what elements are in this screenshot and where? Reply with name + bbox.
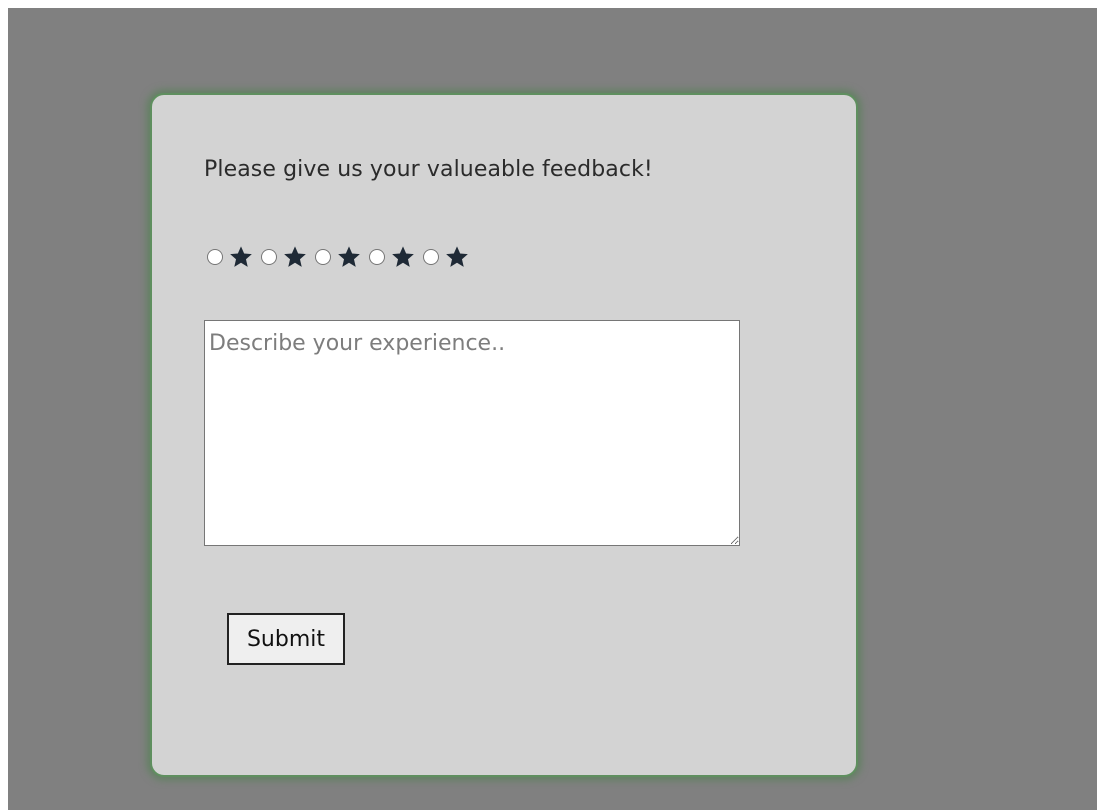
submit-button[interactable]: Submit <box>227 613 345 665</box>
star-rating <box>204 242 474 272</box>
rating-option-1 <box>204 244 258 270</box>
comment-area <box>204 320 740 546</box>
star-icon <box>392 246 414 267</box>
star-icon <box>230 246 252 267</box>
star-icon <box>284 246 306 267</box>
rating-radio-2[interactable] <box>261 249 277 265</box>
rating-option-3 <box>312 244 366 270</box>
rating-option-5 <box>420 244 474 270</box>
page-background: Please give us your valueable feedback! <box>8 8 1097 810</box>
rating-radio-4[interactable] <box>369 249 385 265</box>
rating-option-4 <box>366 244 420 270</box>
rating-radio-3[interactable] <box>315 249 331 265</box>
rating-option-2 <box>258 244 312 270</box>
feedback-prompt: Please give us your valueable feedback! <box>204 157 653 182</box>
rating-radio-1[interactable] <box>207 249 223 265</box>
star-icon <box>446 246 468 267</box>
rating-radio-5[interactable] <box>423 249 439 265</box>
experience-textarea[interactable] <box>204 320 740 546</box>
feedback-card: Please give us your valueable feedback! <box>150 93 858 777</box>
star-icon <box>338 246 360 267</box>
